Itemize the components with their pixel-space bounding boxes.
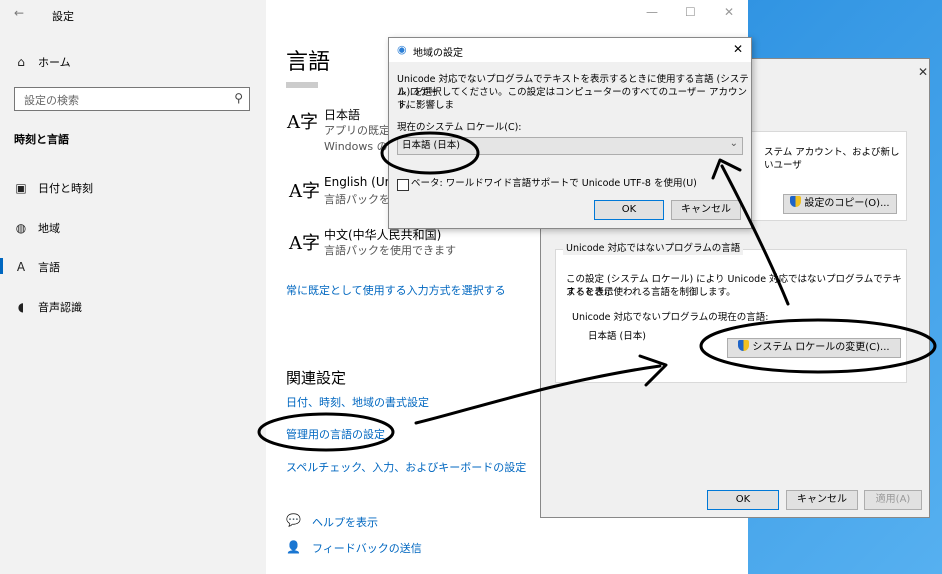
annotation-circle-change-button [699,318,937,374]
annotation-arrowhead [638,354,668,387]
annotation-arrow-to-change [414,364,662,425]
annotation-circle-admin-link [257,412,395,452]
annotation-overlay [257,131,937,452]
annotation-arrow-to-locale [720,164,790,306]
annotation-circle-locale [380,131,480,175]
